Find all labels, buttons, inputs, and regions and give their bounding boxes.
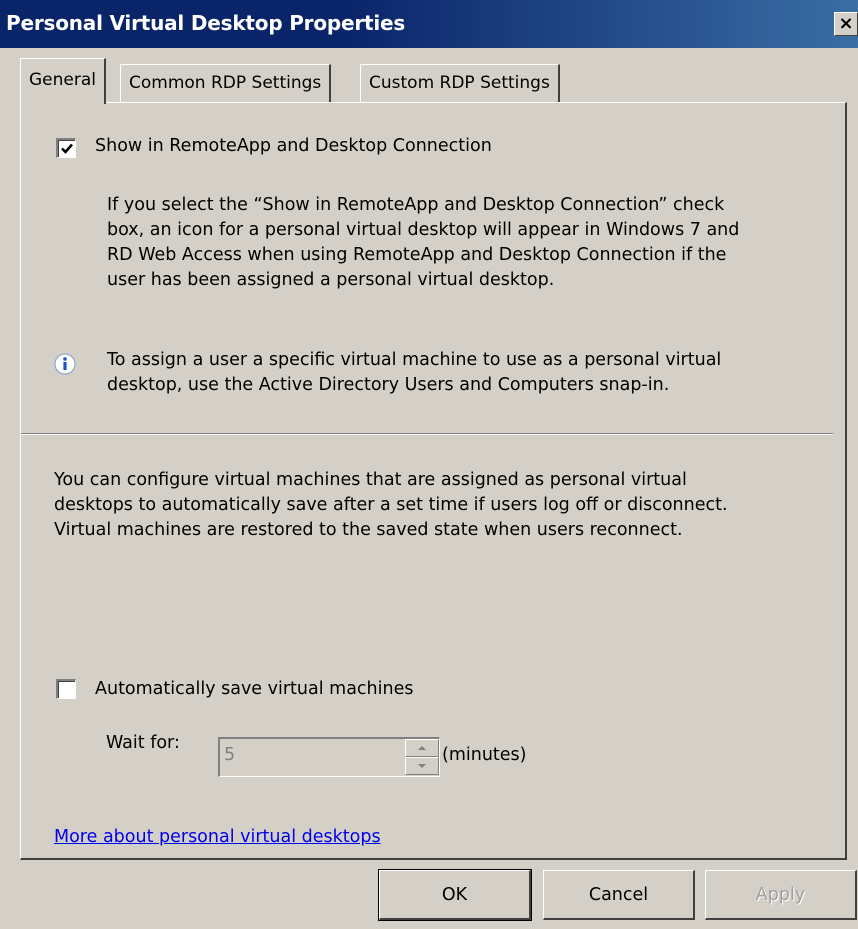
info-note-line: To assign a user a specific virtual mach… — [107, 350, 722, 370]
spin-up-button[interactable] — [405, 739, 439, 757]
wait-minutes-input[interactable] — [224, 745, 374, 765]
general-tab-panel: Show in RemoteApp and Desktop Connection… — [20, 102, 847, 860]
ok-button[interactable]: OK — [378, 869, 532, 921]
info-icon — [54, 353, 76, 375]
config-note-line: You can configure virtual machines that … — [54, 470, 687, 490]
close-icon: × — [838, 13, 854, 34]
chevron-up-icon — [418, 746, 426, 750]
show-in-remoteapp-label[interactable]: Show in RemoteApp and Desktop Connection — [95, 134, 492, 159]
more-about-link[interactable]: More about personal virtual desktops — [54, 827, 381, 847]
spin-down-button[interactable] — [405, 757, 439, 775]
apply-button[interactable]: Apply — [705, 870, 857, 920]
tab-common-rdp-settings[interactable]: Common RDP Settings — [120, 64, 332, 102]
window-title: Personal Virtual Desktop Properties — [6, 11, 406, 35]
auto-save-label[interactable]: Automatically save virtual machines — [95, 677, 413, 702]
show-in-remoteapp-checkbox[interactable] — [56, 138, 76, 158]
info-note: To assign a user a specific virtual mach… — [107, 348, 721, 398]
description-line: If you select the “Show in RemoteApp and… — [107, 195, 725, 215]
description-line: user has been assigned a personal virtua… — [107, 270, 555, 290]
cancel-button[interactable]: Cancel — [543, 870, 695, 920]
tab-label: General — [29, 70, 96, 90]
wait-for-label: Wait for: — [106, 733, 180, 753]
tab-custom-rdp-settings[interactable]: Custom RDP Settings — [360, 64, 560, 102]
tab-label: Custom RDP Settings — [369, 73, 550, 93]
description-line: box, an icon for a personal virtual desk… — [107, 220, 740, 240]
auto-save-checkbox[interactable] — [56, 679, 76, 699]
description-line: RD Web Access when using RemoteApp and D… — [107, 245, 727, 265]
config-note-line: desktops to automatically save after a s… — [54, 495, 728, 515]
tab-label: Common RDP Settings — [129, 73, 322, 93]
chevron-down-icon — [418, 764, 426, 768]
auto-save-description: You can configure virtual machines that … — [54, 468, 728, 543]
minutes-unit-label: (minutes) — [442, 745, 527, 765]
tab-general[interactable]: General — [20, 58, 106, 104]
wait-minutes-spinner[interactable] — [218, 737, 440, 777]
info-note-line: desktop, use the Active Directory Users … — [107, 375, 670, 395]
check-icon — [61, 143, 73, 154]
cancel-button-label: Cancel — [588, 884, 649, 905]
config-note-line: Virtual machines are restored to the sav… — [54, 520, 683, 540]
show-description: If you select the “Show in RemoteApp and… — [107, 193, 739, 293]
spinner-buttons — [405, 739, 439, 776]
ok-button-label: OK — [441, 884, 468, 905]
section-divider — [21, 433, 833, 435]
title-bar: Personal Virtual Desktop Properties × — [0, 0, 858, 48]
close-button[interactable]: × — [834, 12, 858, 36]
apply-button-label: Apply — [755, 884, 806, 905]
